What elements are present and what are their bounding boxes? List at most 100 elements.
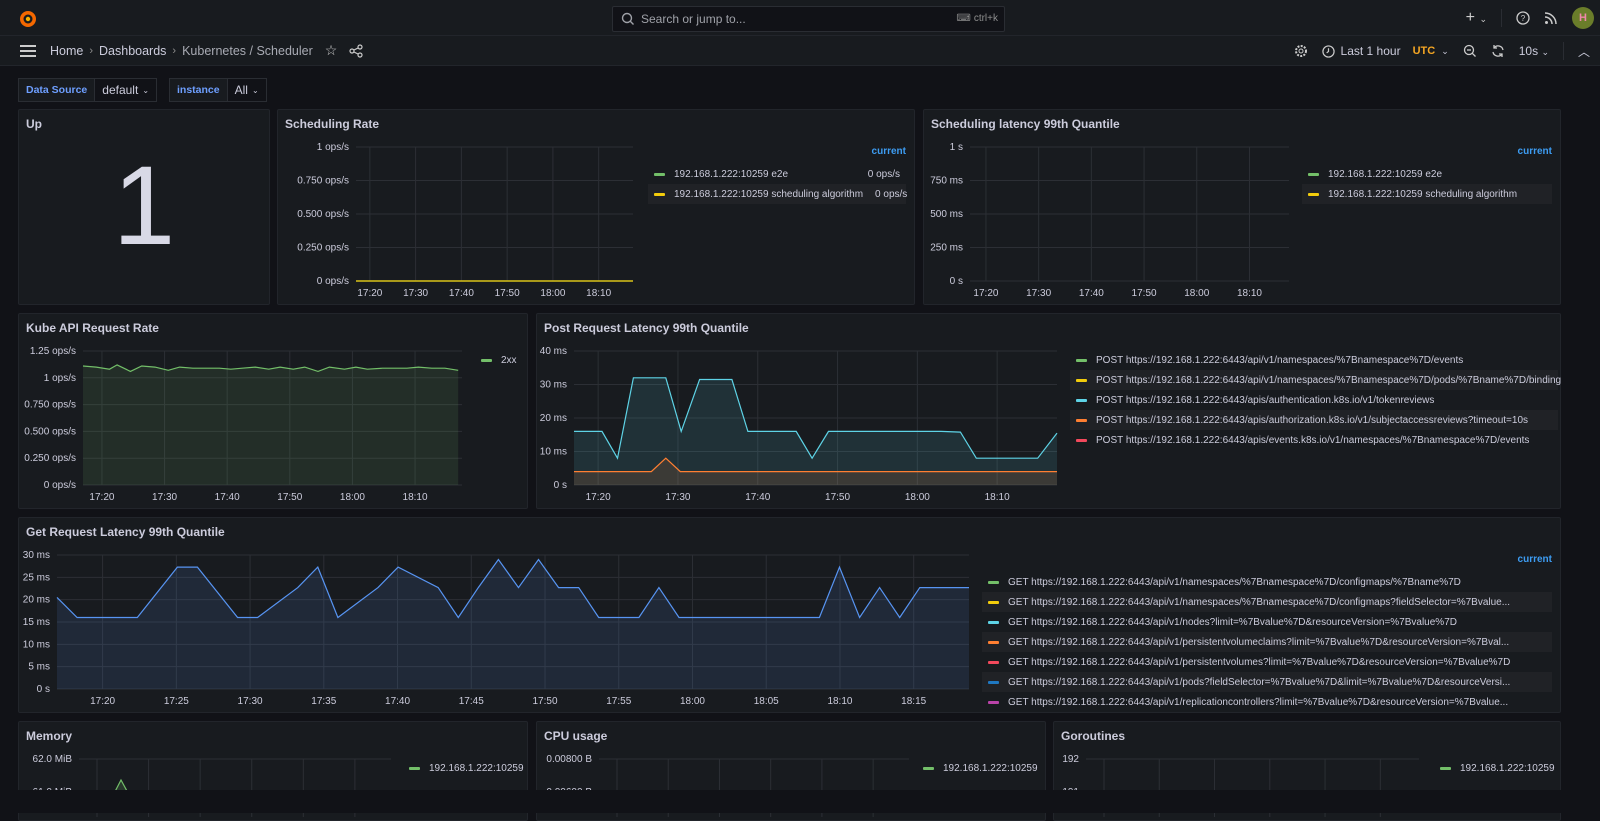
panel-get-request-latency[interactable]: Get Request Latency 99th Quantile 0 s 5 m…: [18, 517, 1561, 713]
x-tick-label: 18:00: [1184, 288, 1209, 299]
panel-scheduling-latency[interactable]: Scheduling latency 99th Quantile 0 s 250 …: [923, 109, 1561, 305]
legend-header-current[interactable]: current: [1302, 146, 1552, 164]
zoom-out-icon[interactable]: [1463, 44, 1477, 58]
scheduling-rate-chart[interactable]: 0 ops/s 0.250 ops/s 0.500 ops/s 0.750 ops/s…: [278, 135, 643, 305]
legend-header-current[interactable]: current: [648, 146, 906, 164]
star-icon[interactable]: ☆: [325, 42, 338, 59]
legend-item[interactable]: GET https://192.168.1.222:6443/api/v1/pe…: [982, 652, 1552, 672]
panel-title: Post Request Latency 99th Quantile: [544, 321, 749, 335]
menu-toggle-button[interactable]: [20, 44, 36, 57]
legend-item[interactable]: POST https://192.168.1.222:6443/apis/eve…: [1070, 430, 1558, 450]
breadcrumb-dashboards[interactable]: Dashboards: [99, 44, 166, 58]
legend-item[interactable]: GET https://192.168.1.222:6443/api/v1/no…: [982, 612, 1552, 632]
grafana-logo-icon[interactable]: [18, 9, 38, 29]
panel-scheduling-rate[interactable]: Scheduling Rate 0 ops/s 0.250 ops/s 0.500 …: [277, 109, 915, 305]
x-tick-label: 17:50: [1132, 288, 1157, 299]
x-tick-label: 17:40: [385, 696, 410, 707]
x-tick-label: 17:25: [164, 696, 189, 707]
legend-item[interactable]: POST https://192.168.1.222:6443/api/v1/n…: [1070, 350, 1558, 370]
x-tick-label: 17:30: [403, 288, 428, 299]
user-avatar[interactable]: H: [1572, 7, 1594, 29]
y-tick-label: 1.25 ops/s: [30, 346, 76, 357]
panel-post-request-latency[interactable]: Post Request Latency 99th Quantile 0 s 10…: [536, 313, 1561, 509]
legend-item[interactable]: POST https://192.168.1.222:6443/api/v1/n…: [1070, 370, 1561, 390]
y-tick-label: 1 ops/s: [317, 142, 349, 153]
legend-name: POST https://192.168.1.222:6443/apis/aut…: [1096, 414, 1529, 426]
legend-swatch: [988, 680, 999, 684]
chevron-right-icon: ›: [172, 44, 177, 57]
collapse-chevron-up-icon[interactable]: ︿: [1578, 43, 1590, 60]
legend-name: 192.168.1.222:10259 scheduling algorithm: [1328, 188, 1518, 200]
y-tick-label: 20 ms: [540, 413, 567, 424]
legend-name: POST https://192.168.1.222:6443/apis/eve…: [1096, 434, 1530, 446]
legend-item[interactable]: GET https://192.168.1.222:6443/api/v1/na…: [982, 592, 1552, 612]
legend-swatch: [988, 640, 999, 644]
x-tick-label: 18:10: [1237, 288, 1262, 299]
y-tick-label: 10 ms: [540, 447, 567, 458]
x-tick-label: 17:20: [89, 492, 114, 503]
legend-header-current[interactable]: current: [982, 554, 1552, 572]
post-latency-chart[interactable]: 0 s 10 ms 20 ms 30 ms 40 ms 17:20 17:30 17:40 17…: [537, 339, 1062, 509]
variable-value: default: [102, 83, 139, 97]
instance-select[interactable]: All ⌄: [227, 78, 267, 102]
get-latency-chart[interactable]: 0 s 5 ms 10 ms 15 ms 20 ms 25 ms 30 ms 17:20 17:…: [19, 543, 979, 713]
legend-item[interactable]: 2xx: [475, 350, 523, 370]
refresh-icon[interactable]: [1491, 44, 1505, 58]
legend-item[interactable]: 192.168.1.222:10259 e2e: [1302, 164, 1552, 184]
viewport-bottom-edge: [0, 790, 1600, 813]
legend-item[interactable]: 192.168.1.222:10259 scheduling algorithm…: [648, 184, 907, 204]
scheduling-latency-chart[interactable]: 0 s 250 ms 500 ms 750 ms 1 s 17:20 17:30 17:40 1…: [924, 135, 1299, 305]
legend-item[interactable]: GET https://192.168.1.222:6443/api/v1/pe…: [982, 632, 1552, 652]
legend-name: GET https://192.168.1.222:6443/api/v1/po…: [1008, 676, 1511, 688]
news-rss-icon[interactable]: [1544, 11, 1558, 25]
legend-name: 2xx: [501, 354, 517, 366]
legend-item[interactable]: 192.168.1.222:10259 e2e 0 ops/s: [648, 164, 906, 184]
search-input[interactable]: Search or jump to... ⌨ ctrl+k: [612, 6, 1005, 32]
series-area: [574, 377, 1057, 485]
y-tick-label: 62.0 MiB: [33, 754, 73, 765]
y-tick-label: 0 ops/s: [317, 276, 349, 287]
svg-text:?: ?: [1521, 14, 1526, 23]
y-tick-label: 750 ms: [930, 176, 963, 187]
help-icon[interactable]: ?: [1516, 11, 1530, 25]
kube-api-rate-chart[interactable]: 0 ops/s 0.250 ops/s 0.500 ops/s 0.750 ops/s…: [19, 339, 474, 509]
chevron-down-icon: ⌄: [142, 85, 150, 95]
dashboard-nav-bar: Home › Dashboards › Kubernetes / Schedul…: [0, 36, 1600, 66]
y-tick-label: 0 s: [950, 276, 963, 287]
legend-item[interactable]: GET https://192.168.1.222:6443/api/v1/na…: [982, 572, 1552, 592]
breadcrumb-home[interactable]: Home: [50, 44, 83, 58]
legend-item[interactable]: GET https://192.168.1.222:6443/api/v1/re…: [982, 692, 1552, 712]
refresh-interval-picker[interactable]: 10s ⌄: [1519, 44, 1549, 58]
legend-name: 192.168.1.222:10259: [1460, 762, 1555, 774]
legend-item[interactable]: 192.168.1.222:10259: [1434, 758, 1561, 778]
x-tick-label: 17:30: [1026, 288, 1051, 299]
panel-up[interactable]: Up 1: [18, 109, 270, 305]
panel-kube-api-request-rate[interactable]: Kube API Request Rate 0 ops/s 0.250 ops/s…: [18, 313, 528, 509]
y-tick-label: 0.500 ops/s: [24, 426, 76, 437]
legend-item[interactable]: 192.168.1.222:10259: [403, 758, 530, 778]
legend-item[interactable]: POST https://192.168.1.222:6443/apis/aut…: [1070, 390, 1558, 410]
search-icon: [621, 12, 634, 25]
settings-gear-icon[interactable]: [1294, 44, 1308, 58]
share-icon[interactable]: [349, 43, 363, 58]
legend: current 192.168.1.222:10259 e2e 0 ops/s 1…: [648, 146, 907, 204]
x-tick-label: 17:40: [745, 492, 770, 503]
legend-item[interactable]: 192.168.1.222:10259 scheduling algorithm: [1302, 184, 1552, 204]
data-source-select[interactable]: default ⌄: [95, 78, 158, 102]
time-range-picker[interactable]: Last 1 hour UTC ⌄: [1321, 44, 1449, 58]
x-tick-label: 17:35: [311, 696, 336, 707]
x-tick-label: 17:40: [1079, 288, 1104, 299]
y-tick-label: 40 ms: [540, 346, 567, 357]
legend-item[interactable]: POST https://192.168.1.222:6443/apis/aut…: [1070, 410, 1558, 430]
chevron-right-icon: ›: [89, 44, 94, 57]
legend-swatch: [923, 766, 934, 770]
legend-swatch: [1076, 378, 1087, 382]
breadcrumb: Home › Dashboards › Kubernetes / Schedul…: [50, 44, 313, 58]
x-tick-label: 17:20: [586, 492, 611, 503]
add-menu-button[interactable]: + ⌄: [1466, 9, 1487, 27]
timezone-label: UTC: [1412, 45, 1436, 57]
legend-swatch: [654, 172, 665, 176]
legend-item[interactable]: GET https://192.168.1.222:6443/api/v1/po…: [982, 672, 1552, 692]
legend: 192.168.1.222:10259: [1434, 758, 1561, 778]
legend-item[interactable]: 192.168.1.222:10259: [917, 758, 1044, 778]
